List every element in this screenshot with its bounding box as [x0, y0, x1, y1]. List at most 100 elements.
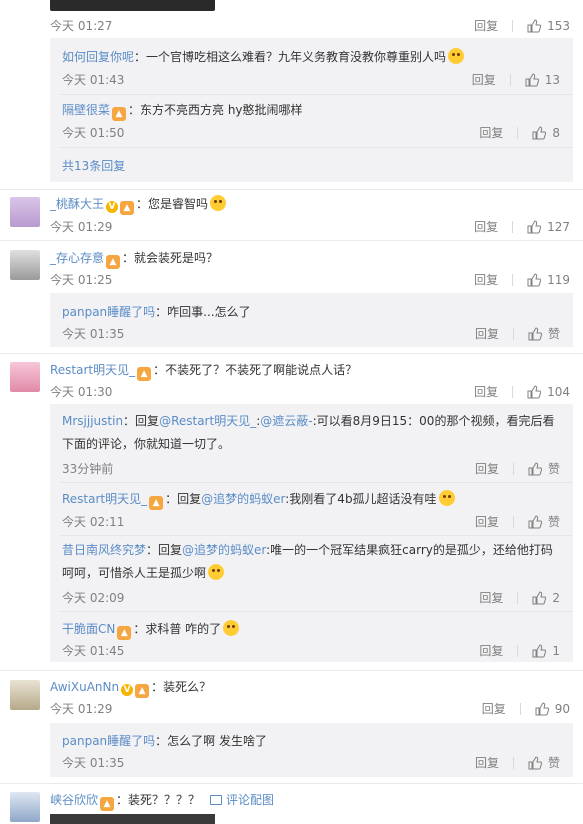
like-button[interactable]: 1	[532, 644, 560, 658]
username-link[interactable]: 干脆面CN	[62, 622, 115, 636]
like-button[interactable]: 90	[535, 702, 570, 716]
member-badge-icon: ▲	[106, 255, 121, 269]
thumbs-up-icon	[532, 643, 547, 657]
mention-link[interactable]: @Restart明天见_	[159, 414, 256, 428]
avatar[interactable]	[10, 362, 40, 392]
divider	[0, 670, 583, 671]
verified-icon: V	[106, 201, 119, 213]
emoji-icon	[210, 195, 227, 211]
reply-button[interactable]: 回复	[474, 383, 498, 400]
comment-actions: 回复 104	[474, 383, 570, 400]
username-link[interactable]: 隔壁很菜	[62, 103, 110, 117]
comment-actions: 回复 119	[474, 271, 570, 288]
divider	[0, 189, 583, 190]
reply-button[interactable]: 回复	[482, 700, 506, 717]
reply-actions: 回复 2	[479, 589, 560, 606]
avatar[interactable]	[10, 680, 40, 710]
comment-time: 今天 01:29	[50, 220, 113, 234]
more-replies-link[interactable]: 共13条回复	[62, 157, 125, 174]
reply-button[interactable]: 回复	[479, 642, 503, 659]
avatar[interactable]	[10, 250, 40, 280]
username-link[interactable]: _存心存意	[50, 251, 104, 265]
reply-text: Restart明天见_ ▲ ：回复@追梦的蚂蚁er:我刚看了4b孤儿超话没有哇	[62, 490, 455, 510]
reply-actions: 回复 赞	[475, 325, 560, 342]
reply-button[interactable]: 回复	[472, 71, 496, 88]
reply-button[interactable]: 回复	[475, 460, 499, 477]
reply-button[interactable]: 回复	[475, 754, 499, 771]
reply-text: 干脆面CN ▲ ：求科普 咋的了	[62, 620, 240, 640]
like-button[interactable]: 127	[527, 220, 570, 234]
reply-button[interactable]: 回复	[479, 124, 503, 141]
reply-time: 今天 01:35	[62, 756, 125, 770]
mention-link[interactable]: @追梦的蚂蚁er	[201, 492, 285, 506]
username-link[interactable]: panpan睡醒了吗	[62, 305, 155, 319]
username-link[interactable]: 如何回复你呢	[62, 50, 134, 64]
picture-icon	[210, 795, 223, 805]
member-badge-icon: ▲	[117, 626, 132, 640]
reply-button[interactable]: 回复	[474, 17, 498, 34]
divider	[0, 783, 583, 784]
comment-image-thumbnail[interactable]	[50, 0, 215, 11]
like-button[interactable]: 13	[525, 73, 560, 87]
reply-text: Mrsjjjustin：回复@Restart明天见_:@遮云蔽-:可以看8月9日…	[62, 414, 555, 451]
username-link[interactable]: 昔日南风终究梦	[62, 543, 146, 557]
username-link[interactable]: _桃酥大王	[50, 197, 104, 211]
thumbs-up-icon	[532, 590, 547, 604]
comment-picture-link[interactable]: 评论配图	[210, 793, 274, 807]
like-button[interactable]: 2	[532, 591, 560, 605]
username-link[interactable]: AwiXuAnNn	[50, 680, 119, 694]
reply-actions: 回复 13	[472, 71, 560, 88]
member-badge-icon: ▲	[100, 797, 115, 811]
reply-time: 今天 01:45	[62, 644, 125, 658]
mention-link[interactable]: @追梦的蚂蚁er	[182, 543, 266, 557]
like-button[interactable]: 赞	[528, 325, 560, 342]
reply-time: 今天 01:43	[62, 73, 125, 87]
divider	[60, 147, 573, 148]
thumbs-up-icon	[535, 701, 549, 715]
thumbs-up-icon	[527, 384, 542, 398]
reply-button[interactable]: 回复	[474, 271, 498, 288]
member-badge-icon: ▲	[112, 107, 127, 121]
emoji-icon	[438, 490, 455, 506]
username-link[interactable]: Restart明天见_	[62, 492, 147, 506]
avatar[interactable]	[10, 197, 40, 227]
mention-link[interactable]: @遮云蔽-	[260, 414, 312, 428]
username-link[interactable]: panpan睡醒了吗	[62, 734, 155, 748]
username-link[interactable]: Restart明天见_	[50, 363, 135, 377]
like-button[interactable]: 104	[527, 385, 570, 399]
like-button[interactable]: 赞	[528, 460, 560, 477]
comment-actions: 回复 90	[482, 700, 570, 717]
username-link[interactable]: 峡谷欣欣	[50, 793, 98, 807]
reply-text: panpan睡醒了吗：怎么了啊 发生啥了	[62, 734, 267, 748]
comment-time: 今天 01:30	[50, 385, 113, 399]
reply-text: 昔日南风终究梦：回复@追梦的蚂蚁er:唯一的一个冠军结果疯狂carry的是孤少，…	[62, 543, 553, 580]
like-button[interactable]: 8	[532, 126, 560, 140]
like-button[interactable]: 赞	[528, 754, 560, 771]
member-badge-icon: ▲	[137, 367, 152, 381]
reply-actions: 回复 赞	[475, 754, 560, 771]
divider	[60, 94, 573, 95]
avatar[interactable]	[10, 792, 40, 822]
comment-text: _桃酥大王 V ▲ ：您是睿智吗	[50, 195, 227, 215]
comment-actions: 回复 127	[474, 218, 570, 235]
reply-button[interactable]: 回复	[474, 218, 498, 235]
comment-text: _存心存意 ▲ ：就会装死是吗？	[50, 251, 219, 269]
verified-icon: V	[121, 684, 134, 696]
username-link[interactable]: Mrsjjjustin	[62, 414, 123, 428]
reply-time: 今天 01:50	[62, 126, 125, 140]
reply-button[interactable]: 回复	[479, 589, 503, 606]
reply-time: 今天 01:35	[62, 327, 125, 341]
reply-button[interactable]: 回复	[475, 325, 499, 342]
reply-text: 如何回复你呢：一个官博吃相这么难看？九年义务教育没教你尊重别人吗	[62, 48, 465, 65]
like-button[interactable]: 赞	[528, 513, 560, 530]
comment-actions: 回复 153	[474, 17, 570, 34]
thumbs-up-icon	[527, 18, 542, 32]
comment-time: 今天 01:27	[50, 19, 113, 33]
comment-image-thumbnail[interactable]	[50, 814, 215, 824]
like-button[interactable]: 119	[527, 273, 570, 287]
thumbs-up-icon	[528, 461, 542, 475]
comment-text: Restart明天见_ ▲ ：不装死了？不装死了啊能说点人话？	[50, 363, 358, 381]
like-button[interactable]: 153	[527, 19, 570, 33]
thumbs-up-icon	[527, 272, 542, 286]
reply-button[interactable]: 回复	[475, 513, 499, 530]
